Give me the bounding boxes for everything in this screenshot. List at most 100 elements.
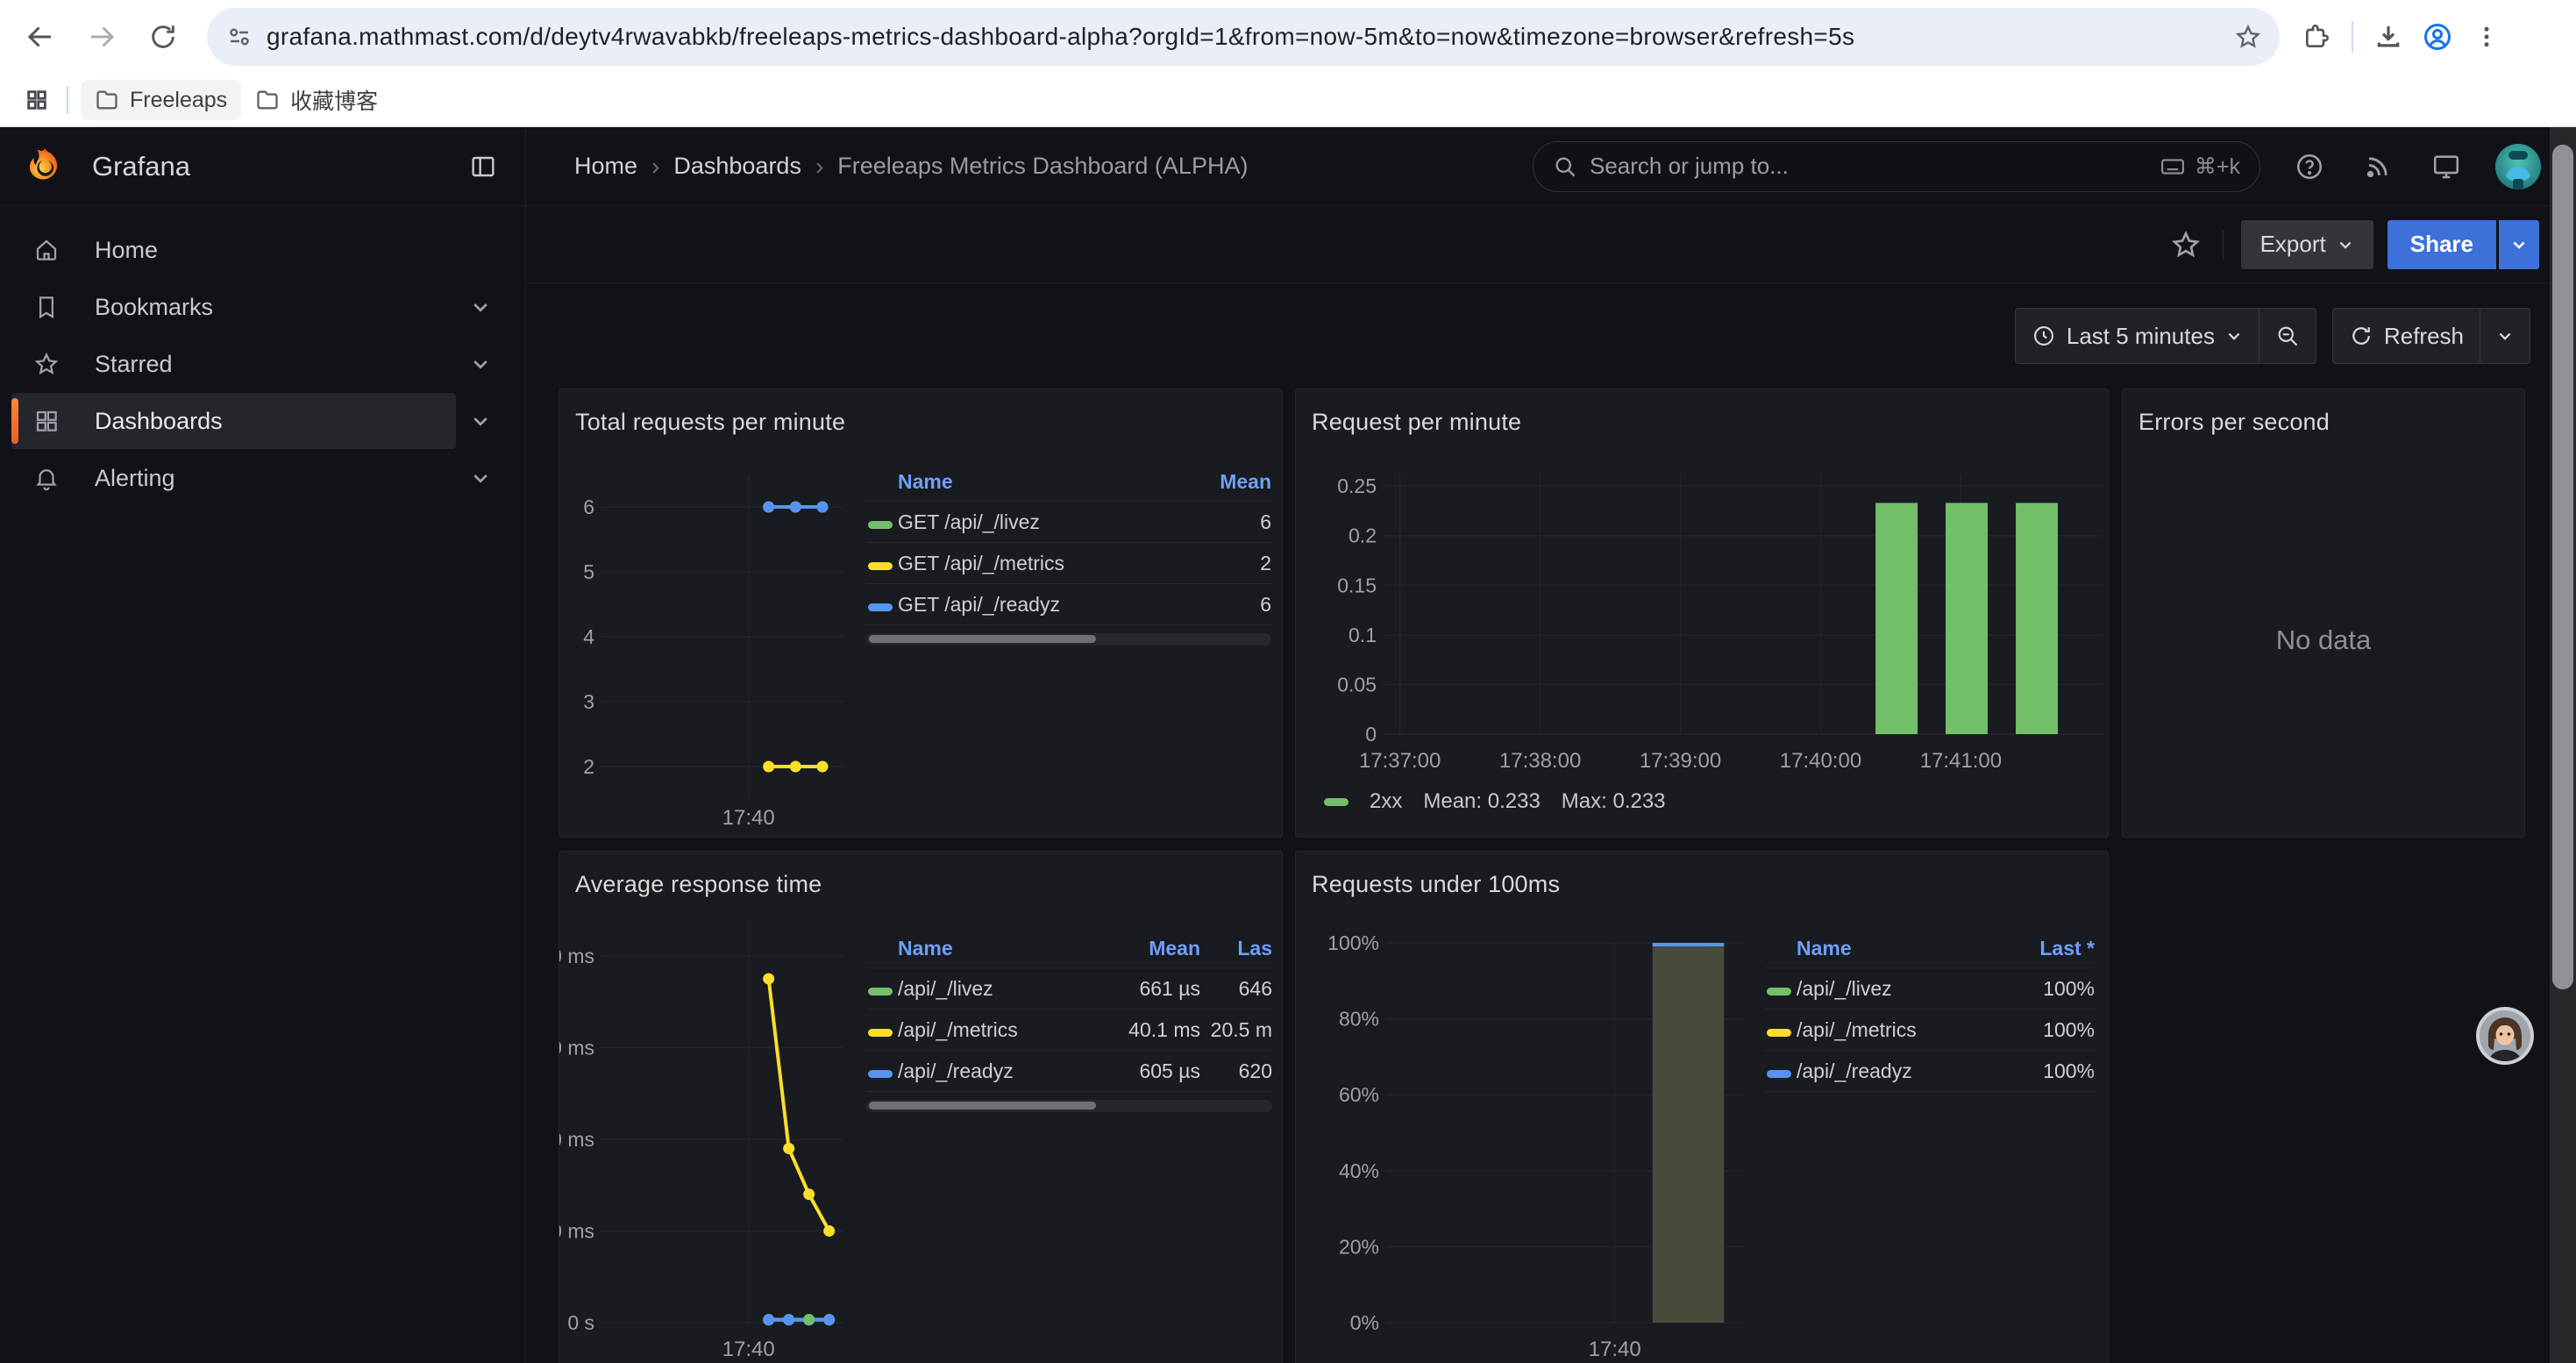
dock-menu-button[interactable]	[464, 147, 502, 186]
chevron-down-icon	[2510, 236, 2528, 253]
svg-text:5: 5	[583, 560, 594, 583]
legend-scrollbar[interactable]	[866, 1100, 1272, 1112]
legend-row[interactable]: GET /api/_/livez6	[866, 502, 1271, 543]
browser-toolbar: grafana.mathmast.com/d/deytv4rwavabkb/fr…	[0, 0, 2576, 74]
legend-row[interactable]: /api/_/readyz605 µs620	[866, 1051, 1272, 1092]
user-avatar[interactable]	[2495, 144, 2541, 189]
legend-cell	[866, 510, 898, 534]
sidebar-link-alerting[interactable]: Alerting	[11, 450, 456, 506]
url-bar[interactable]: grafana.mathmast.com/d/deytv4rwavabkb/fr…	[207, 8, 2280, 66]
legend-header[interactable]: Name	[898, 470, 1192, 494]
apps-grid-button[interactable]	[12, 75, 61, 125]
legend-cell: GET /api/_/livez	[898, 510, 1192, 534]
export-button[interactable]: Export	[2241, 220, 2373, 269]
sidebar-link-starred[interactable]: Starred	[11, 336, 456, 392]
panel-title[interactable]: Total requests per minute	[575, 409, 845, 436]
site-settings-icon[interactable]	[226, 24, 253, 50]
time-range-button[interactable]: Last 5 minutes	[2016, 309, 2259, 363]
legend-row[interactable]: GET /api/_/readyz6	[866, 584, 1271, 625]
zoom-out-button[interactable]	[2259, 309, 2316, 363]
legend-row[interactable]: /api/_/readyz100%	[1765, 1051, 2095, 1092]
series-swatch	[868, 1070, 893, 1078]
legend-cell: 661 µs	[1071, 977, 1200, 1001]
svg-text:2: 2	[583, 755, 594, 778]
bookmark-freeleaps[interactable]: Freeleaps	[81, 80, 241, 120]
panel-total-requests: 6543217:40 Total requests per minute Nam…	[559, 389, 1283, 838]
monitor-icon	[2431, 152, 2461, 182]
svg-text:80%: 80%	[1339, 1008, 1379, 1031]
sidebar-link-dashboards[interactable]: Dashboards	[11, 393, 456, 449]
brand-name: Grafana	[92, 151, 190, 182]
breadcrumb-home[interactable]: Home	[574, 153, 637, 180]
extensions-button[interactable]	[2292, 12, 2341, 61]
favorite-dashboard-button[interactable]	[2167, 225, 2205, 264]
nav-right: Search or jump to... ⌘+k	[1533, 141, 2576, 192]
refresh-button[interactable]: Refresh	[2333, 309, 2480, 363]
legend-header-row: NameMean	[866, 463, 1271, 502]
news-button[interactable]	[2359, 147, 2397, 186]
svg-text:0.25: 0.25	[1337, 475, 1377, 497]
legend-header[interactable]: Name	[898, 937, 1071, 960]
refresh-interval-button[interactable]	[2480, 309, 2530, 363]
legend-row[interactable]: GET /api/_/metrics2	[866, 543, 1271, 584]
share-button[interactable]: Share	[2387, 220, 2496, 269]
panel-title[interactable]: Request per minute	[1312, 409, 1521, 436]
dashboards-icon	[33, 408, 60, 434]
breadcrumb-dashboards[interactable]: Dashboards	[673, 153, 801, 180]
browser-menu-button[interactable]	[2462, 12, 2511, 61]
help-button[interactable]	[2290, 147, 2329, 186]
sidebar-link-bookmarks[interactable]: Bookmarks	[11, 279, 456, 335]
scrollbar-thumb[interactable]	[2552, 145, 2573, 989]
legend-row[interactable]: /api/_/metrics40.1 ms20.5 m	[866, 1010, 1272, 1051]
page-scrollbar[interactable]	[2550, 127, 2576, 1363]
bookmark-star-icon[interactable]	[2234, 23, 2262, 51]
legend-row[interactable]: /api/_/metrics100%	[1765, 1010, 2095, 1051]
forward-button[interactable]	[77, 12, 126, 61]
share-dropdown-button[interactable]	[2499, 220, 2539, 269]
series-swatch	[868, 1029, 893, 1037]
url-text: grafana.mathmast.com/d/deytv4rwavabkb/fr…	[267, 23, 2234, 51]
legend-row[interactable]: /api/_/livez661 µs646	[866, 968, 1272, 1010]
back-button[interactable]	[16, 12, 65, 61]
legend-table: NameMeanGET /api/_/livez6GET /api/_/metr…	[866, 463, 1271, 646]
search-input[interactable]: Search or jump to... ⌘+k	[1533, 141, 2260, 192]
legend-header[interactable]: Mean	[1192, 470, 1271, 494]
chevron-down-icon[interactable]	[463, 403, 498, 439]
legend-cell	[1765, 977, 1797, 1001]
chevron-down-icon[interactable]	[463, 460, 498, 496]
legend-header[interactable]: Mean	[1071, 937, 1200, 960]
sidebar-link-home[interactable]: Home	[11, 222, 456, 278]
star-icon	[33, 351, 60, 377]
chart-svg: 00.050.10.150.20.2517:37:0017:38:0017:39…	[1296, 389, 2110, 838]
legend-scrollbar[interactable]	[866, 633, 1271, 646]
legend-cell: GET /api/_/metrics	[898, 552, 1192, 575]
profile-button[interactable]	[2413, 12, 2462, 61]
downloads-button[interactable]	[2364, 12, 2413, 61]
bookmark-blogs[interactable]: 收藏博客	[241, 80, 392, 120]
chevron-down-icon[interactable]	[463, 346, 498, 382]
floating-avatar[interactable]	[2475, 1006, 2535, 1066]
chevron-down-icon[interactable]	[463, 289, 498, 325]
chart-legend[interactable]: 2xx Mean: 0.233 Max: 0.233	[1322, 789, 1666, 814]
legend-header[interactable]: Name	[1797, 937, 2003, 960]
home-icon	[33, 237, 60, 263]
sidebar-item-dashboards: Dashboards	[11, 393, 514, 449]
dashboard-actions: Export Share	[526, 206, 2576, 283]
scrollbar-thumb[interactable]	[869, 1102, 1096, 1110]
panel-title[interactable]: Errors per second	[2138, 409, 2330, 436]
panel-title[interactable]: Average response time	[575, 871, 822, 898]
grafana-nav-left: Grafana	[0, 127, 526, 205]
grafana-logo[interactable]	[22, 142, 68, 191]
reload-button[interactable]	[139, 12, 188, 61]
legend-cell	[866, 977, 898, 1001]
legend-header[interactable]: Las	[1200, 937, 1272, 960]
legend-row[interactable]: /api/_/livez100%	[1765, 968, 2095, 1010]
panel-title[interactable]: Requests under 100ms	[1312, 871, 1560, 898]
svg-text:17:40: 17:40	[1589, 1338, 1641, 1361]
scrollbar-thumb[interactable]	[869, 635, 1096, 643]
legend-cell	[866, 593, 898, 617]
kiosk-button[interactable]	[2427, 147, 2466, 186]
legend-header[interactable]: Last *	[2003, 937, 2095, 960]
legend-cell: 100%	[2003, 977, 2095, 1001]
legend-max: Max: 0.233	[1562, 789, 1666, 814]
